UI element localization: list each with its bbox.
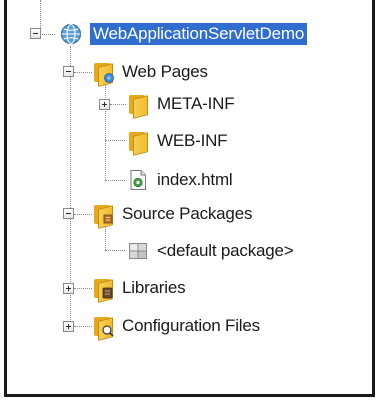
globe-icon bbox=[60, 23, 82, 45]
tree-connector bbox=[74, 72, 92, 73]
source-packages-folder-icon bbox=[92, 203, 114, 229]
collapse-web-pages-toggle[interactable] bbox=[63, 66, 74, 77]
libraries-folder-icon bbox=[92, 277, 114, 303]
folder-icon bbox=[127, 130, 149, 156]
collapse-root-toggle[interactable] bbox=[30, 28, 41, 39]
expand-libraries-toggle[interactable] bbox=[63, 283, 74, 294]
collapse-source-packages-toggle[interactable] bbox=[63, 208, 74, 219]
tree-connector bbox=[74, 214, 92, 215]
expand-configuration-files-toggle[interactable] bbox=[63, 321, 74, 332]
tree-connector bbox=[105, 250, 125, 251]
tree-node-label: META-INF bbox=[157, 94, 235, 113]
tree-connector bbox=[40, 0, 41, 28]
tree-node-source-packages[interactable]: Source Packages bbox=[92, 199, 252, 229]
tree-node-label: <default package> bbox=[157, 241, 294, 260]
tree-node-label: Source Packages bbox=[122, 204, 253, 223]
tree-connector bbox=[40, 34, 55, 35]
project-tree: WebApplicationServletDemo Web Pages META… bbox=[0, 0, 382, 405]
tree-node-label: WEB-INF bbox=[157, 131, 228, 150]
tree-node-index-html[interactable]: index.html bbox=[127, 165, 233, 195]
tree-node-meta-inf[interactable]: META-INF bbox=[127, 89, 235, 119]
configuration-folder-icon bbox=[92, 315, 114, 341]
tree-node-libraries[interactable]: Libraries bbox=[92, 273, 186, 303]
expand-meta-inf-toggle[interactable] bbox=[99, 99, 110, 110]
package-icon bbox=[127, 240, 149, 262]
tree-connector bbox=[105, 180, 125, 181]
tree-node-web-pages[interactable]: Web Pages bbox=[92, 57, 208, 87]
tree-node-label: index.html bbox=[157, 170, 233, 189]
tree-node-label: WebApplicationServletDemo bbox=[90, 23, 308, 45]
html-file-icon bbox=[127, 169, 149, 191]
folder-icon bbox=[127, 93, 149, 119]
tree-connector bbox=[105, 226, 106, 250]
tree-connector bbox=[110, 104, 126, 105]
tree-node-configuration-files[interactable]: Configuration Files bbox=[92, 311, 260, 341]
tree-connector bbox=[74, 288, 92, 289]
tree-connector bbox=[105, 140, 125, 141]
tree-node-label: Web Pages bbox=[122, 62, 208, 81]
tree-node-label: Configuration Files bbox=[122, 316, 260, 335]
tree-node-default-package[interactable]: <default package> bbox=[127, 236, 294, 266]
tree-node-root[interactable]: WebApplicationServletDemo bbox=[60, 19, 308, 49]
tree-node-label: Libraries bbox=[122, 278, 186, 297]
web-pages-folder-icon bbox=[92, 61, 114, 87]
tree-node-web-inf[interactable]: WEB-INF bbox=[127, 126, 228, 156]
tree-connector bbox=[74, 326, 92, 327]
